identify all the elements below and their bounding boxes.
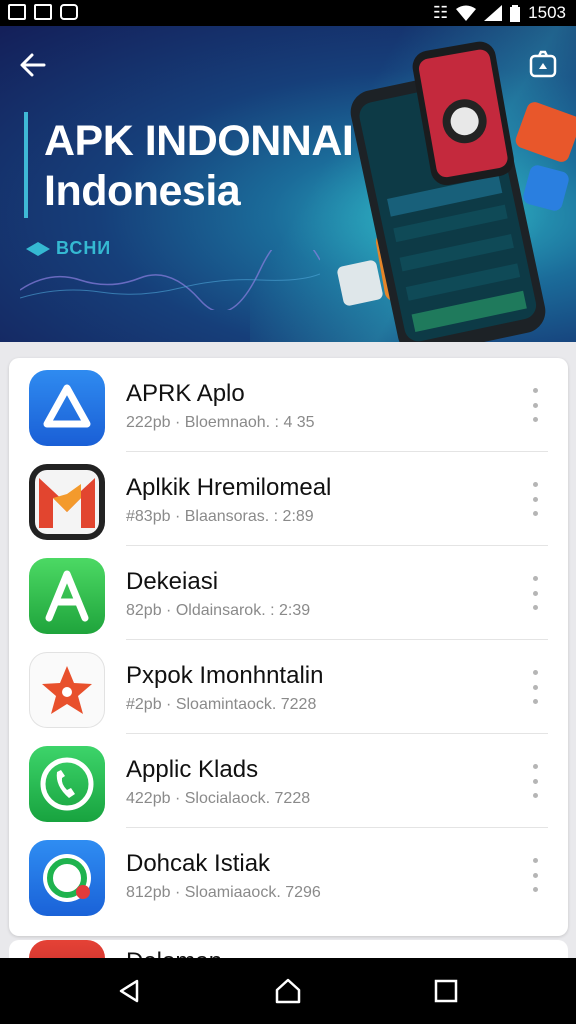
- app-name: Aplkik Hremilomeal: [126, 474, 332, 501]
- status-bar: ☷ 1503: [0, 0, 576, 26]
- app-name: Dekeiasi: [126, 568, 219, 595]
- phone-icon[interactable]: [29, 746, 105, 822]
- app-meta: #83pb · Blaansoras. : 2:89: [126, 508, 314, 525]
- app-name: APRK Aplo: [126, 380, 245, 407]
- gmail-style-icon[interactable]: [29, 464, 105, 540]
- app-store-icon[interactable]: [29, 370, 105, 446]
- app-name: Pxpok Imonhntalin: [126, 662, 324, 689]
- green-a-icon[interactable]: [29, 558, 105, 634]
- hero-tag: ВСНИ: [26, 238, 111, 259]
- list-item[interactable]: APRK Aplo 222pb · Bloemnaoh. : 4 35: [9, 358, 568, 452]
- hero-title-line2: Indonesia: [44, 167, 241, 215]
- app-meta: #2pb · Sloamintaock. 7228: [126, 696, 317, 713]
- star-icon[interactable]: [29, 652, 105, 728]
- more-options-icon[interactable]: [525, 764, 545, 798]
- app-meta: 82pb · Oldainsarok. : 2:39: [126, 602, 311, 619]
- home-nav-icon[interactable]: [273, 976, 303, 1006]
- list-item[interactable]: Applic Klads 422pb · Slocialaock. 7228: [9, 734, 568, 828]
- title-accent-bar: [24, 112, 28, 218]
- battery-icon: [510, 4, 521, 22]
- back-nav-icon[interactable]: [115, 976, 145, 1006]
- app-meta: 812pb · Sloamiaaock. 7296: [126, 884, 321, 901]
- wifi-icon: [456, 5, 477, 21]
- more-options-icon[interactable]: [525, 858, 545, 892]
- signal-icon: [484, 5, 503, 21]
- list-item[interactable]: Aplkik Hremilomeal #83pb · Blaansoras. :…: [9, 452, 568, 546]
- more-options-icon[interactable]: [525, 670, 545, 704]
- hero-title: APK INDONNAI Indonesia: [44, 116, 354, 216]
- system-nav-bar: [0, 958, 576, 1024]
- app-meta: 222pb · Bloemnaoh. : 4 35: [126, 414, 315, 431]
- diamond-icon: [26, 241, 50, 256]
- list-item[interactable]: Pxpok Imonhntalin #2pb · Sloamintaock. 7…: [9, 640, 568, 734]
- hero-title-line1: APK INDONNAI: [44, 117, 354, 165]
- recents-nav-icon[interactable]: [431, 976, 461, 1006]
- app-name: Applic Klads: [126, 756, 259, 783]
- gallery-icon: [8, 4, 26, 20]
- list-item[interactable]: Dekeiasi 82pb · Oldainsarok. : 2:39: [9, 546, 568, 640]
- app-list: APRK Aplo 222pb · Bloemnaoh. : 4 35 Aplk…: [9, 358, 568, 936]
- list-item[interactable]: Dohcak Istiak 812pb · Sloamiaaock. 7296: [9, 828, 568, 922]
- app-notification-icon: [34, 4, 52, 20]
- clock: 1503: [528, 3, 566, 22]
- app-name: Dohcak Istiak: [126, 850, 271, 877]
- more-options-icon[interactable]: [525, 482, 545, 516]
- app-meta: 422pb · Slocialaock. 7228: [126, 790, 311, 807]
- bag-icon: [60, 4, 78, 20]
- more-options-icon[interactable]: [525, 576, 545, 610]
- chat-ring-icon[interactable]: [29, 840, 105, 916]
- vibrate-icon: ☷: [432, 3, 449, 22]
- hero-banner[interactable]: APK INDONNAI Indonesia ВСНИ: [0, 26, 576, 342]
- phone-illustration: [337, 41, 576, 342]
- wave-decoration: [20, 250, 320, 310]
- back-arrow-icon[interactable]: [16, 48, 50, 82]
- more-options-icon[interactable]: [525, 388, 545, 422]
